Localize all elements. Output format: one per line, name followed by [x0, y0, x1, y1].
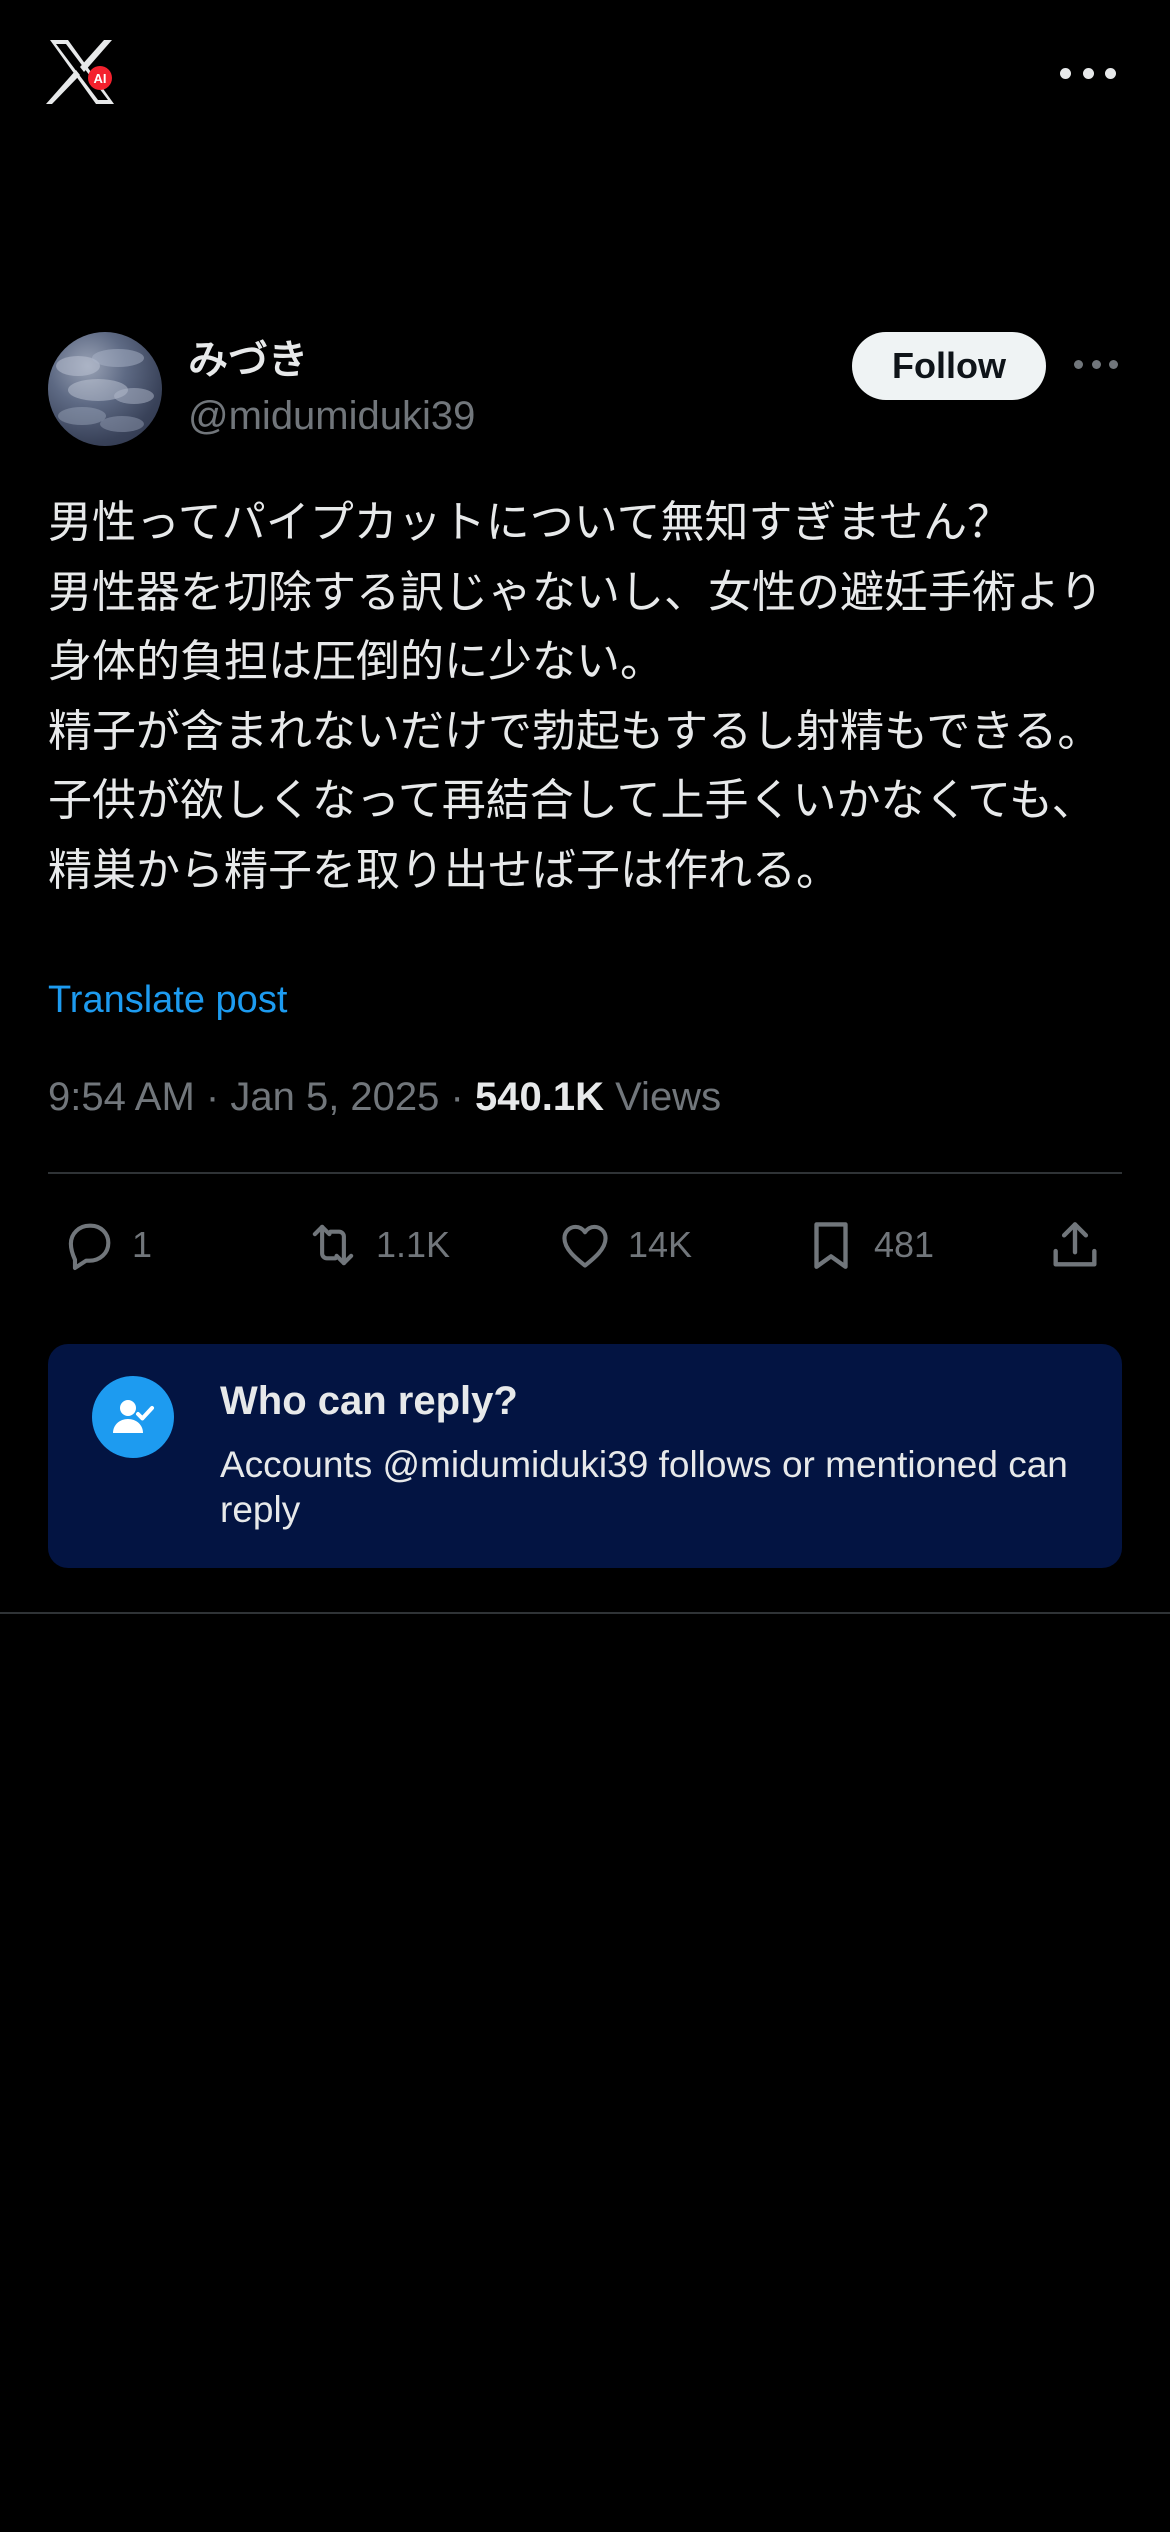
repost-icon [304, 1216, 362, 1274]
divider [48, 1172, 1122, 1174]
views-count[interactable]: 540.1K [475, 1075, 604, 1119]
like-button[interactable]: 14K [556, 1205, 692, 1285]
more-options-icon[interactable] [1060, 58, 1116, 88]
reply-button[interactable]: 1 [60, 1205, 152, 1285]
reply-restriction-title: Who can reply? [220, 1379, 518, 1423]
display-name[interactable]: みづき [188, 336, 308, 384]
dot [1105, 67, 1116, 79]
dot [1082, 67, 1094, 79]
post-time[interactable]: 9:54 AM [48, 1075, 195, 1119]
divider [0, 1612, 1170, 1614]
share-button[interactable] [1046, 1205, 1104, 1285]
top-bar: AI [0, 0, 1170, 150]
reply-icon [60, 1216, 118, 1274]
bookmark-count: 481 [874, 1224, 935, 1265]
post-date[interactable]: Jan 5, 2025 [230, 1075, 439, 1119]
post-more-options-icon[interactable] [1074, 352, 1118, 376]
user-check-icon [92, 1376, 174, 1458]
user-handle[interactable]: @midumiduki39 [188, 392, 475, 440]
action-bar: 1 1.1K 14K 481 [48, 1205, 1122, 1285]
avatar[interactable] [48, 332, 162, 446]
like-count: 14K [628, 1224, 693, 1265]
separator: · [205, 1075, 220, 1119]
translate-post-link[interactable]: Translate post [48, 976, 287, 1024]
dot [1109, 359, 1118, 369]
reply-restriction-description: Accounts @midumiduki39 follows or mentio… [220, 1444, 1068, 1530]
dot [1074, 359, 1083, 369]
dot [1060, 67, 1071, 79]
bookmark-icon [802, 1216, 860, 1274]
heart-icon [556, 1216, 614, 1274]
separator: · [450, 1075, 464, 1119]
bookmark-button[interactable]: 481 [802, 1205, 934, 1285]
repost-count: 1.1K [376, 1224, 451, 1265]
views-label: Views [615, 1075, 722, 1119]
logo-badge-text: AI [94, 71, 107, 86]
follow-button[interactable]: Follow [852, 332, 1046, 400]
dot [1091, 359, 1101, 369]
reply-restriction-notice: Who can reply? Accounts @midumiduki39 fo… [48, 1344, 1122, 1568]
x-logo-icon[interactable]: AI [46, 38, 118, 106]
post-text: 男性ってパイプカットについて無知すぎません？ 男性器を切除する訳じゃないし、女性… [48, 497, 1104, 896]
reply-count: 1 [132, 1224, 153, 1265]
post-meta: 9:54 AM · Jan 5, 2025 · 540.1K Views [48, 1072, 721, 1122]
post-author: みづき @midumiduki39 Follow [48, 332, 1122, 448]
share-icon [1046, 1216, 1104, 1274]
repost-button[interactable]: 1.1K [304, 1205, 450, 1285]
